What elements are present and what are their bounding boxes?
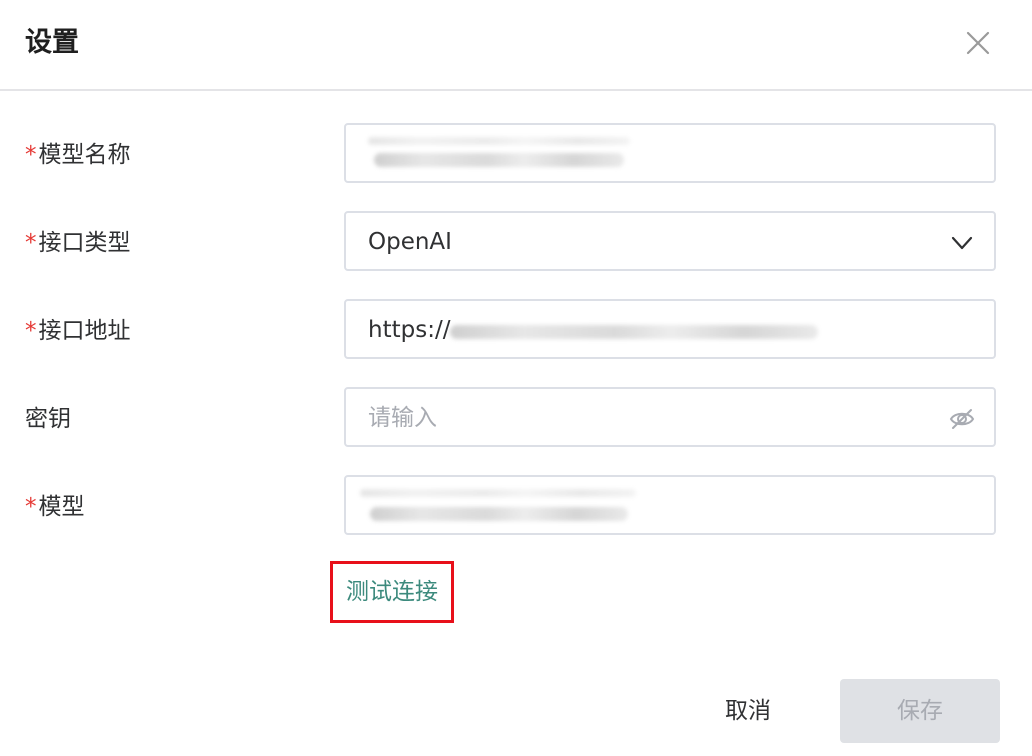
save-button[interactable]: 保存 [840,679,1000,743]
model-label: *模型 [25,494,85,520]
dialog-header: 设置 [0,0,1032,91]
api-url-value: https:// [368,317,451,343]
api-key-label: 密钥 [25,406,71,432]
api-type-select[interactable]: OpenAI [344,211,996,271]
required-mark: * [25,494,37,520]
eye-off-icon[interactable] [948,405,976,433]
required-mark: * [25,318,37,344]
close-button[interactable] [962,27,994,59]
api-url-input[interactable]: https:// [344,299,996,359]
api-url-label: *接口地址 [25,318,131,344]
required-mark: * [25,142,37,168]
required-mark: * [25,230,37,256]
model-name-label: *模型名称 [25,142,131,168]
model-name-input[interactable] [344,123,996,183]
test-connection-link[interactable]: 测试连接 [330,561,454,623]
api-key-placeholder: 请输入 [368,405,437,431]
api-type-label: *接口类型 [25,230,131,256]
cancel-button[interactable]: 取消 [700,679,796,743]
dialog-title: 设置 [25,27,79,58]
chevron-down-icon [948,229,976,257]
model-input[interactable] [344,475,996,535]
close-icon [962,27,994,59]
api-key-input[interactable]: 请输入 [344,387,996,447]
api-type-value: OpenAI [368,229,452,255]
